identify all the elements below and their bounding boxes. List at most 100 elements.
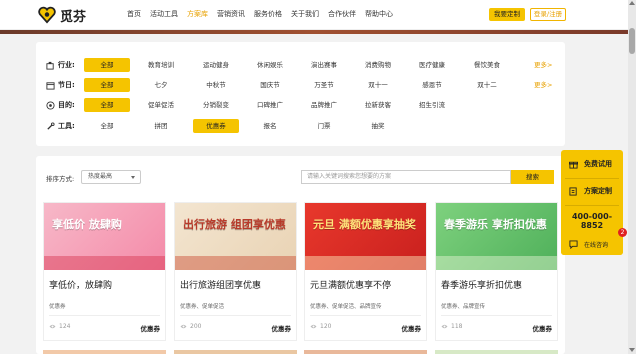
nav-item[interactable]: 方案库	[187, 9, 208, 19]
filter-option[interactable]: 拉新获客	[355, 98, 401, 112]
next-row-card-edge	[43, 350, 166, 354]
card-tags: 优惠券、促单促活	[180, 304, 225, 310]
gift-icon	[569, 161, 578, 169]
filter-label: 工具:	[46, 119, 75, 133]
filter-option[interactable]: 优惠券	[193, 119, 239, 133]
solution-card[interactable]: 元旦 满额优惠享抽奖 元旦满额优惠享不停 优惠券、促单促活、品牌宣传 120 优惠券	[304, 202, 427, 341]
online-chat-button[interactable]: 在线咨询	[561, 233, 623, 255]
nav-item[interactable]: 首页	[127, 9, 141, 19]
card-cover-image: 享低价 放肆购	[44, 203, 165, 270]
filter-option[interactable]: 休闲娱乐	[247, 58, 293, 72]
solution-card[interactable]: 春季游乐 享折扣优惠 春季游乐享折扣优惠 优惠券、品牌宣传 118 优惠券	[435, 202, 558, 341]
filter-option[interactable]: 招生引流	[409, 98, 455, 112]
filter-option[interactable]: 国庆节	[247, 78, 293, 92]
scroll-up-arrow-icon[interactable]	[629, 1, 635, 5]
custom-plan-link[interactable]: 方案定制	[561, 184, 623, 198]
cover-decoration	[436, 256, 557, 270]
filter-option[interactable]: 七夕	[138, 78, 184, 92]
nav-item[interactable]: 关于我们	[291, 9, 319, 19]
next-row-card-edge	[435, 350, 558, 354]
separator	[565, 178, 619, 179]
cover-decoration	[44, 256, 165, 270]
filter-option[interactable]: 运动健身	[193, 58, 239, 72]
nav-item[interactable]: 帮助中心	[365, 9, 393, 19]
cover-banner-text: 元旦 满额优惠享抽奖	[313, 218, 416, 231]
cover-decoration	[305, 256, 426, 270]
nav-item[interactable]: 服务价格	[254, 9, 282, 19]
filter-option[interactable]: 全部	[84, 119, 130, 133]
card-type-label: 优惠券	[401, 325, 422, 333]
filter-label: 节日:	[46, 78, 75, 92]
view-count: 120	[310, 323, 331, 330]
filter-option[interactable]: 门票	[301, 119, 347, 133]
view-count: 200	[180, 323, 201, 330]
chat-bubble-icon	[569, 239, 578, 249]
scroll-thumb[interactable]	[629, 28, 635, 54]
custom-plan-label: 方案定制	[584, 187, 612, 195]
card-title: 出行旅游组团享优惠	[180, 281, 262, 291]
filter-option[interactable]: 演出赛事	[301, 58, 347, 72]
document-edit-icon	[569, 186, 577, 196]
nav-item[interactable]: 活动工具	[150, 9, 178, 19]
solution-card[interactable]: 享低价 放肆购 享低价，放肆购 优惠券 124 优惠券	[43, 202, 166, 341]
filter-label-text: 工具:	[58, 122, 75, 130]
card-cover-image: 春季游乐 享折扣优惠	[436, 203, 557, 270]
filter-option[interactable]: 双十二	[464, 78, 510, 92]
more-link[interactable]: 更多>	[534, 78, 552, 92]
filter-option[interactable]: 万圣节	[301, 78, 347, 92]
filter-option[interactable]: 口碑推广	[247, 98, 293, 112]
card-type-label: 优惠券	[140, 325, 161, 333]
phone-number[interactable]: 400-000-8852	[561, 212, 623, 230]
nav-item[interactable]: 营销资讯	[217, 9, 245, 19]
filter-label: 行业:	[46, 58, 75, 72]
filter-option[interactable]: 全部	[84, 58, 130, 72]
cover-banner-text: 出行旅游 组团享优惠	[183, 218, 286, 231]
filter-option[interactable]: 报名	[247, 119, 293, 133]
filter-option[interactable]: 分销裂变	[193, 98, 239, 112]
page-scrollbar[interactable]	[628, 0, 636, 354]
filter-option[interactable]: 中秋节	[193, 78, 239, 92]
filter-option[interactable]: 餐饮美食	[464, 58, 510, 72]
filter-option[interactable]: 双十一	[355, 78, 401, 92]
filter-label-text: 节日:	[58, 81, 75, 89]
filter-row: 行业: 全部 教育培训 运动健身 休闲娱乐 演出赛事 消费购物 医疗健康 餐饮美食 更多>	[36, 58, 565, 72]
card-type-label: 优惠券	[532, 325, 553, 333]
custom-plan-button[interactable]: 我要定制	[489, 8, 525, 21]
login-register-button[interactable]: 登录/注册	[530, 8, 566, 21]
filter-option[interactable]: 感恩节	[409, 78, 455, 92]
nav-item[interactable]: 合作伙伴	[328, 9, 356, 19]
free-trial-link[interactable]: 免费试用	[561, 157, 623, 171]
search-input[interactable]: 请输入关键词搜索您想要的方案	[301, 170, 511, 184]
filter-label-text: 行业:	[58, 61, 75, 69]
more-link[interactable]: 更多>	[534, 58, 552, 72]
sort-select[interactable]: 热度最高	[81, 170, 141, 184]
filter-option[interactable]: 教育培训	[138, 58, 184, 72]
hero-banner-edge	[0, 30, 628, 34]
search-button[interactable]: 搜索	[511, 170, 554, 184]
separator	[565, 205, 619, 206]
calendar-icon	[46, 81, 55, 90]
scroll-down-arrow-icon[interactable]	[629, 348, 635, 352]
card-tags: 优惠券	[49, 304, 66, 310]
filter-option[interactable]: 拼团	[138, 119, 184, 133]
brand-name: 觅芬	[60, 9, 87, 25]
view-count-value: 120	[320, 323, 332, 330]
solution-card[interactable]: 出行旅游 组团享优惠 出行旅游组团享优惠 优惠券、促单促活 200 优惠券	[174, 202, 297, 341]
filter-option[interactable]: 全部	[84, 98, 130, 112]
tools-icon	[47, 121, 55, 130]
sort-label: 排序方式:	[46, 175, 75, 183]
filter-option[interactable]: 消费购物	[355, 58, 401, 72]
card-divider	[310, 315, 421, 316]
filter-row: 节日: 全部 七夕 中秋节 国庆节 万圣节 双十一 感恩节 双十二 更多>	[36, 78, 565, 92]
brand-logo[interactable]: 觅芬	[38, 5, 86, 25]
filter-option[interactable]: 品牌推广	[301, 98, 347, 112]
card-title: 春季游乐享折扣优惠	[441, 281, 523, 291]
next-row-card-edge	[174, 350, 297, 354]
cover-banner-text: 春季游乐 享折扣优惠	[444, 218, 547, 231]
filter-option[interactable]: 全部	[84, 78, 130, 92]
notification-badge: 2	[618, 228, 627, 237]
view-count: 124	[49, 323, 70, 330]
filter-option[interactable]: 促单促活	[138, 98, 184, 112]
filter-option[interactable]: 医疗健康	[409, 58, 455, 72]
filter-option[interactable]: 抽奖	[355, 119, 401, 133]
